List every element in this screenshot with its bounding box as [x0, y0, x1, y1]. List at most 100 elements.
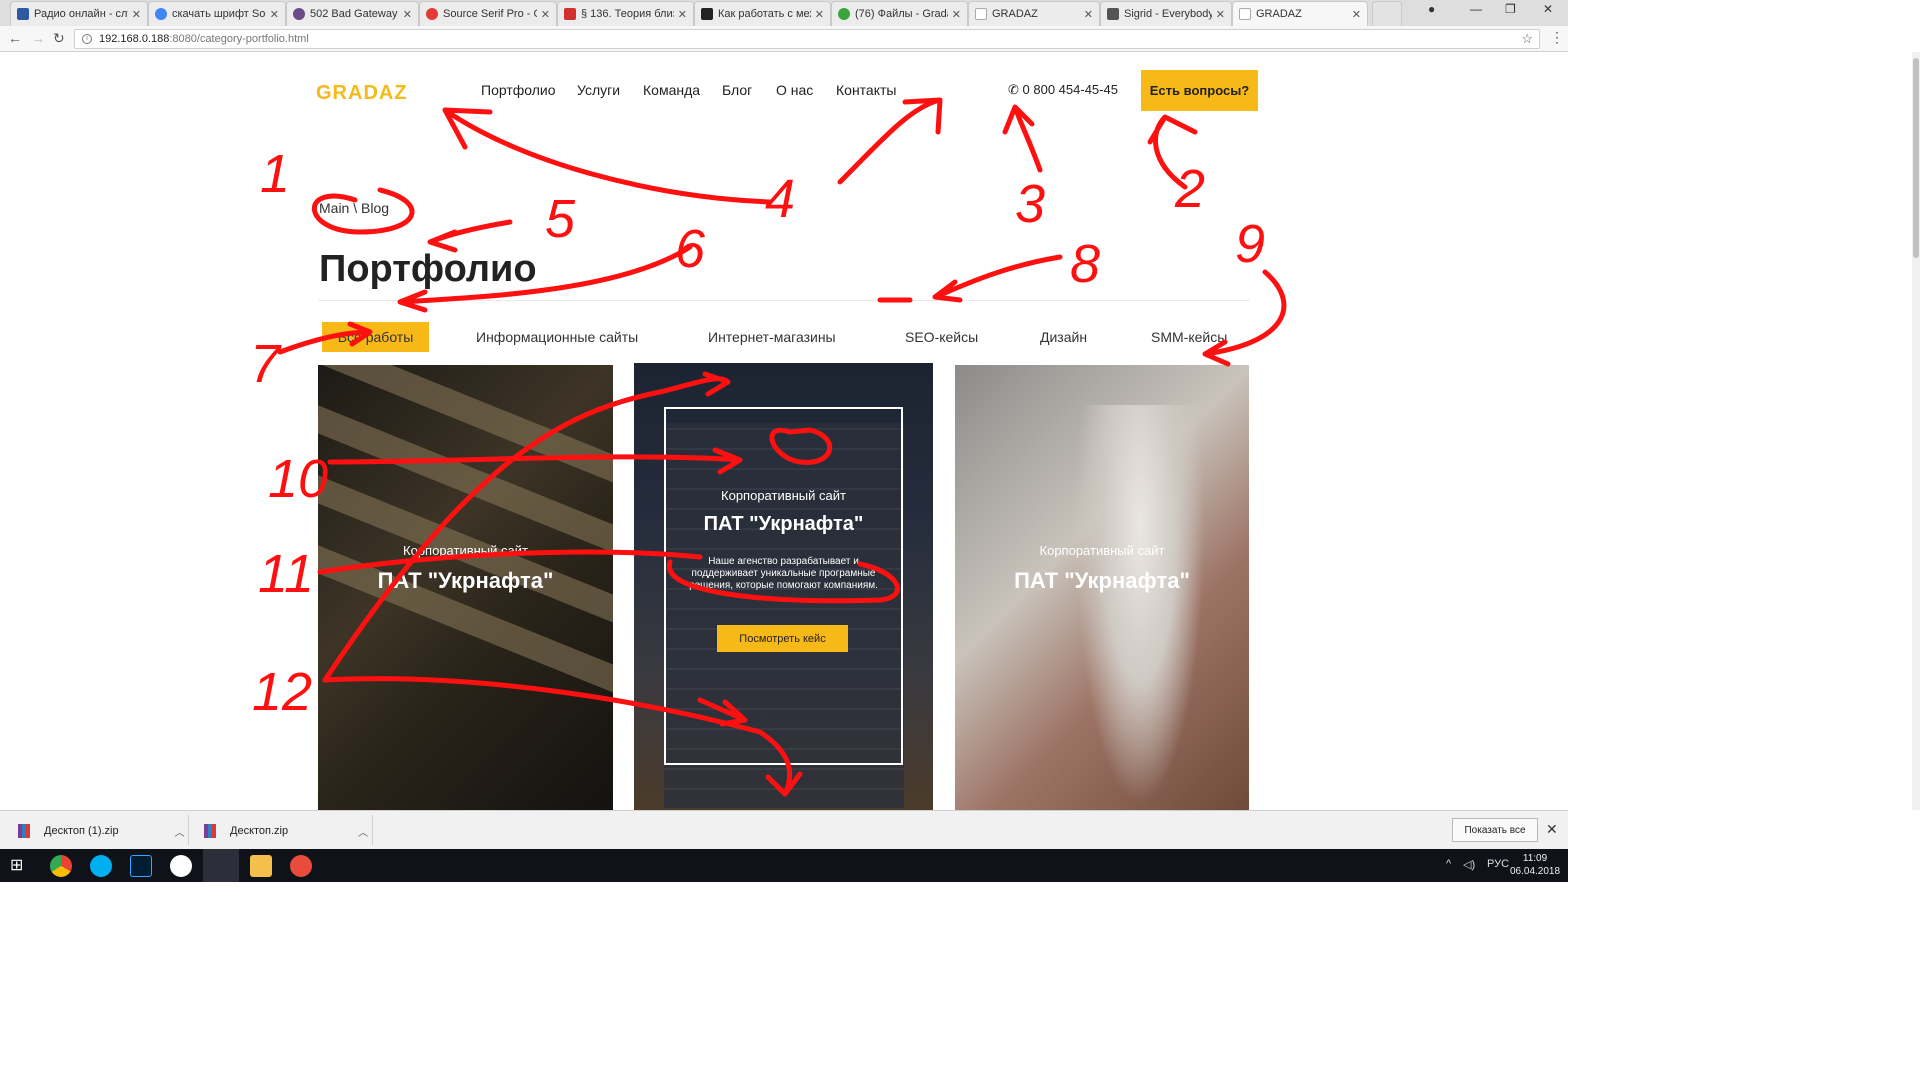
card-category: Корпоративный сайт [403, 543, 528, 558]
annotation-arrow [1147, 114, 1198, 190]
breadcrumb[interactable]: Main \ Blog [319, 200, 389, 216]
system-clock[interactable]: 11:09 06.04.2018 [1510, 852, 1560, 878]
filter-tab-shops[interactable]: Интернет-магазины [696, 322, 848, 352]
tab-title: Sigrid - Everybody [1124, 8, 1212, 20]
tray-chevron-icon[interactable]: ^ [1446, 858, 1451, 870]
back-arrow-icon[interactable]: ← [8, 30, 22, 46]
filter-tab-smm[interactable]: SMM-кейсы [1139, 322, 1239, 352]
divider [372, 815, 373, 845]
browser-tab[interactable]: Как работать с мех ✕ [694, 1, 831, 26]
page-title: Портфолио [319, 248, 537, 290]
filter-tab-info-sites[interactable]: Информационные сайты [464, 322, 650, 352]
tab-title: GRADAZ [992, 8, 1038, 20]
nav-link-team[interactable]: Команда [643, 82, 700, 98]
task-app-icon[interactable] [290, 855, 312, 877]
info-icon[interactable]: i [82, 34, 92, 44]
tab-favicon-icon [975, 8, 987, 20]
chevron-up-icon[interactable]: ︿ [358, 824, 368, 839]
tab-favicon-icon [1239, 8, 1251, 20]
download-item[interactable]: Десктоп.zip ︿ [204, 819, 368, 843]
filter-tab-seo[interactable]: SEO-кейсы [893, 322, 990, 352]
tab-favicon-icon [293, 8, 305, 20]
tab-close-icon[interactable]: ✕ [270, 8, 279, 21]
card-image-person [1075, 405, 1205, 805]
card-description: Наше агенство разрабатывает и поддержива… [689, 556, 878, 591]
volume-icon[interactable]: ◁) [1463, 858, 1475, 871]
minimize-icon[interactable]: — [1470, 2, 1482, 16]
phone-link[interactable]: ✆ 0 800 454-45-45 [1008, 82, 1118, 98]
browser-tab[interactable]: § 136. Теория близ ✕ [557, 1, 694, 26]
tab-close-icon[interactable]: ✕ [1216, 8, 1225, 21]
app-icon[interactable] [170, 855, 192, 877]
nav-link-contacts[interactable]: Контакты [836, 82, 896, 98]
portfolio-card-hover[interactable]: Корпоративный сайт ПАТ "Укрнафта" Наше а… [634, 363, 933, 810]
browser-tab[interactable]: (76) Файлы - Grada ✕ [831, 1, 968, 26]
show-all-downloads-button[interactable]: Показать все [1452, 818, 1538, 842]
chrome-icon[interactable] [50, 855, 72, 877]
tab-title: (76) Файлы - Grada [855, 8, 948, 20]
page-scrollbar[interactable] [1912, 52, 1920, 810]
nav-link-services[interactable]: Услуги [577, 82, 620, 98]
site-logo[interactable]: GRADAZ [316, 82, 408, 105]
web-page: GRADAZ Портфолио Услуги Команда Блог О н… [0, 52, 1568, 810]
tab-close-icon[interactable]: ✕ [815, 8, 824, 21]
reload-icon[interactable]: ↻ [53, 30, 65, 47]
tab-title: скачать шрифт Sou [172, 8, 266, 20]
filter-tab-all[interactable]: Все работы [322, 322, 429, 352]
portfolio-card[interactable]: Корпоративный сайт ПАТ "Укрнафта" [318, 365, 613, 810]
window-close-icon[interactable]: ✕ [1543, 2, 1553, 16]
tab-title: § 136. Теория близ [581, 8, 674, 20]
tab-title: 502 Bad Gateway [310, 8, 398, 20]
filter-tab-design[interactable]: Дизайн [1028, 322, 1099, 352]
os-taskbar: ⊞ ^ ◁) РУС 11:09 06.04.2018 [0, 849, 1568, 882]
tab-favicon-icon [838, 8, 850, 20]
nav-link-portfolio[interactable]: Портфолио [481, 82, 556, 98]
windows-start-icon[interactable]: ⊞ [10, 855, 32, 877]
input-language[interactable]: РУС [1487, 858, 1509, 870]
restore-icon[interactable]: ❐ [1505, 2, 1516, 16]
profile-icon[interactable]: ● [1428, 2, 1435, 16]
browser-menu-icon[interactable]: ⋮ [1550, 29, 1564, 46]
browser-tab[interactable]: Source Serif Pro - G ✕ [419, 1, 557, 26]
annotation-number: 12 [252, 662, 312, 722]
close-downloads-icon[interactable]: ✕ [1546, 821, 1558, 838]
tab-close-icon[interactable]: ✕ [541, 8, 550, 21]
tab-title: Радио онлайн - слу [34, 8, 128, 20]
browser-tab[interactable]: GRADAZ ✕ [968, 1, 1100, 26]
tab-close-icon[interactable]: ✕ [403, 8, 412, 21]
browser-tab[interactable]: 502 Bad Gateway ✕ [286, 1, 419, 26]
download-filename: Десктоп (1).zip [44, 825, 119, 837]
card-category: Корпоративный сайт [1039, 543, 1165, 558]
new-tab-button[interactable] [1372, 1, 1402, 26]
tab-close-icon[interactable]: ✕ [678, 8, 687, 21]
download-item[interactable]: Десктоп (1).zip ︿ [18, 819, 185, 843]
forward-arrow-icon[interactable]: → [31, 30, 45, 46]
nav-link-about[interactable]: О нас [776, 82, 813, 98]
nav-link-blog[interactable]: Блог [722, 82, 752, 98]
browser-tab-active[interactable]: GRADAZ ✕ [1232, 1, 1368, 26]
browser-tab[interactable]: Радио онлайн - слу ✕ [10, 1, 148, 26]
annotation-number: 3 [1015, 174, 1045, 234]
questions-button[interactable]: Есть вопросы? [1141, 70, 1258, 111]
photoshop-icon[interactable] [130, 855, 152, 877]
scrollbar-thumb[interactable] [1913, 58, 1919, 258]
chrome-active-icon[interactable] [203, 849, 239, 882]
portfolio-card[interactable]: Корпоративный сайт ПАТ "Укрнафта" [955, 365, 1249, 810]
divider [188, 815, 189, 845]
url-host: 192.168.0.188 [99, 33, 170, 45]
tab-close-icon[interactable]: ✕ [952, 8, 961, 21]
bookmark-star-icon[interactable]: ☆ [1521, 30, 1533, 48]
view-case-button[interactable]: Посмотреть кейс [717, 625, 848, 652]
tab-close-icon[interactable]: ✕ [1084, 8, 1093, 21]
phone-number: 0 800 454-45-45 [1022, 82, 1118, 97]
chevron-up-icon[interactable]: ︿ [175, 824, 185, 839]
browser-tab[interactable]: Sigrid - Everybody ✕ [1100, 1, 1232, 26]
tab-title: GRADAZ [1256, 8, 1302, 20]
tab-close-icon[interactable]: ✕ [132, 8, 141, 21]
skype-icon[interactable] [90, 855, 112, 877]
url-field[interactable]: i 192.168.0.188:8080/category-portfolio.… [74, 29, 1540, 49]
browser-tab[interactable]: скачать шрифт Sou ✕ [148, 1, 286, 26]
tab-close-icon[interactable]: ✕ [1352, 8, 1361, 21]
folder-icon[interactable] [250, 855, 272, 877]
annotation-arrow [932, 254, 1063, 303]
